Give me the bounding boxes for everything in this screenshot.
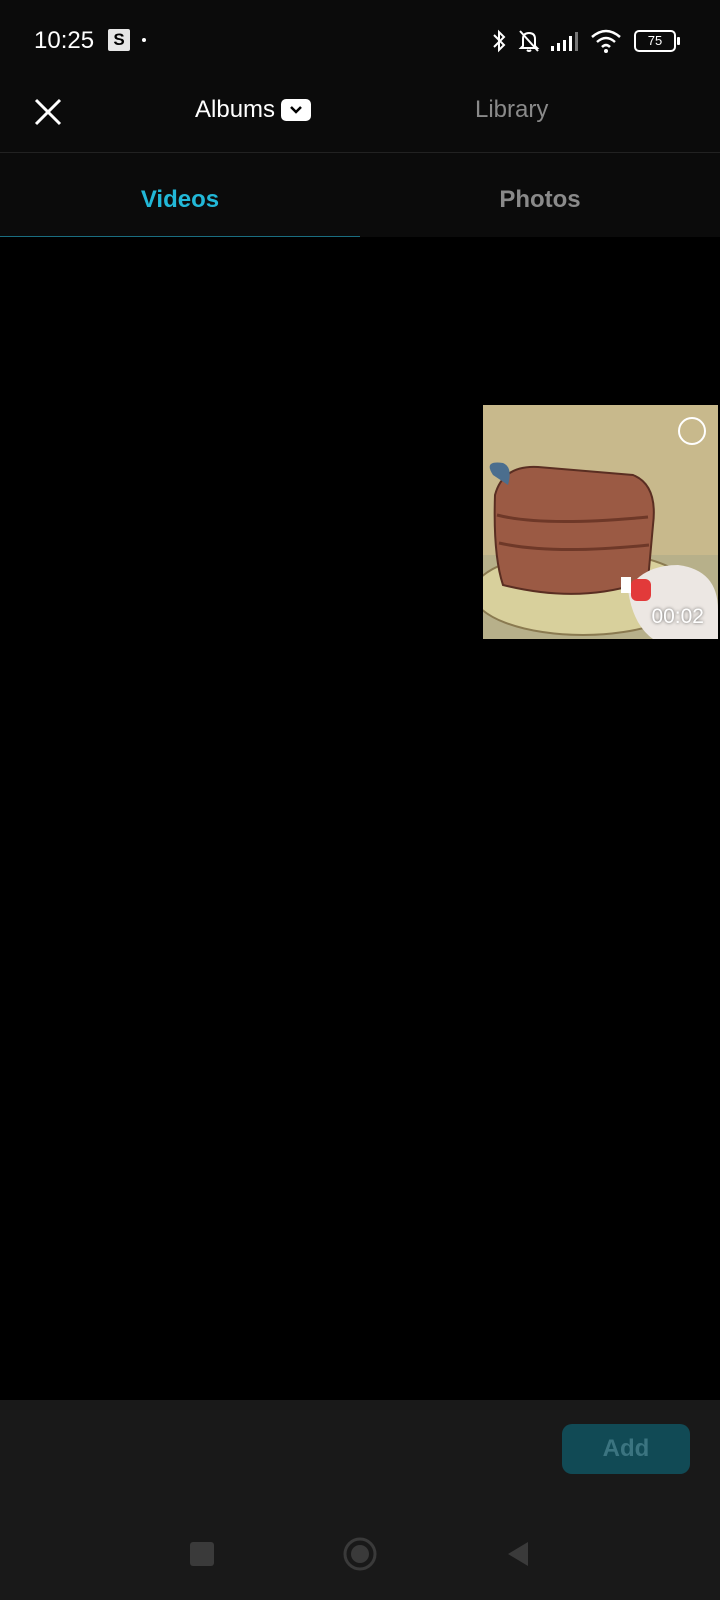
select-checkbox[interactable] <box>678 417 706 445</box>
battery-icon: 75 <box>634 30 680 52</box>
muted-bell-icon <box>518 30 540 52</box>
media-type-tabs: Videos Photos <box>0 153 720 237</box>
tab-photos[interactable]: Photos <box>360 153 720 237</box>
home-button[interactable] <box>342 1536 378 1572</box>
tab-videos[interactable]: Videos <box>0 153 360 237</box>
status-time: 10:25 <box>34 27 95 54</box>
close-icon[interactable] <box>28 92 68 132</box>
back-button[interactable] <box>506 1540 530 1568</box>
recent-apps-button[interactable] <box>190 1542 214 1566</box>
video-duration: 00:02 <box>651 605 704 628</box>
add-button[interactable]: Add <box>562 1424 690 1474</box>
app-notification-badge: S <box>108 29 130 51</box>
library-tab[interactable]: Library <box>475 90 548 130</box>
video-thumbnail[interactable]: 00:02 <box>483 405 718 639</box>
bottom-bar: Add <box>0 1400 720 1600</box>
media-grid: 00:02 <box>0 237 720 1400</box>
chevron-down-icon <box>281 99 312 121</box>
wifi-icon <box>591 29 621 53</box>
notification-dot <box>142 38 146 42</box>
bluetooth-icon <box>493 29 506 53</box>
albums-label: Albums <box>195 96 276 123</box>
signal-icon <box>551 32 578 51</box>
albums-dropdown[interactable]: Albums <box>195 90 312 130</box>
status-bar: 10:25 S 75 <box>0 0 720 82</box>
top-bar: Albums Library <box>0 82 720 153</box>
status-icons: 75 <box>490 26 680 56</box>
